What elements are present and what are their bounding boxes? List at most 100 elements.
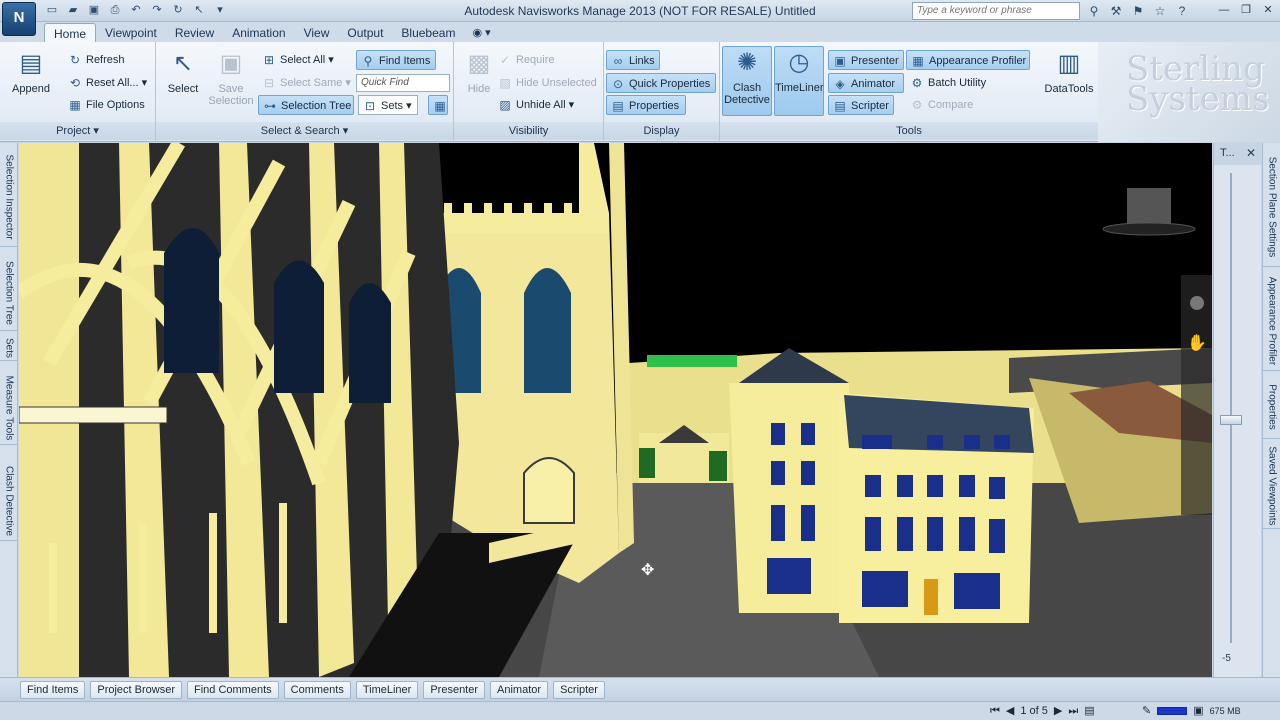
pencil-icon: ✎ [1142,705,1152,717]
qat-dropdown-icon[interactable]: ▾ [212,3,228,18]
reset-all-button[interactable]: ⟲ Reset All... ▾ [64,73,147,93]
save-icon[interactable]: ▣ [86,3,102,18]
help-search-input[interactable]: Type a keyword or phrase [912,2,1080,20]
display-panel-label: Display [604,122,719,140]
favorites-icon[interactable]: ☆ [1152,3,1168,19]
selection-tree-button[interactable]: ⊶ Selection Tree [258,95,354,115]
sets-dropdown[interactable]: ⊡ Sets ▾ [358,95,418,115]
select-button[interactable]: ↖ Select [158,48,208,95]
bottom-tab-presenter[interactable]: Presenter [423,681,486,699]
tab-animation[interactable]: Animation [223,23,294,42]
print-icon[interactable]: ⎙ [107,3,123,18]
application-menu-button[interactable]: N [2,2,36,36]
close-icon[interactable]: ✕ [1258,2,1278,18]
tab-viewpoint[interactable]: Viewpoint [96,23,166,42]
tree-icon: ⊶ [264,99,276,113]
sheet-browser-icon[interactable]: ▤ [1084,704,1094,718]
new-icon[interactable]: ▭ [44,3,60,18]
tab-clash-detective[interactable]: Clash Detective [0,461,18,541]
last-page-icon[interactable]: ⏭ [1068,704,1078,718]
append-icon: ▤ [19,50,43,77]
tab-appearance-profiler[interactable]: Appearance Profiler [1263,271,1280,371]
bottom-tab-animator[interactable]: Animator [490,681,549,699]
select-all-icon: ⊞ [263,53,275,67]
manage-sets-button[interactable]: ▦ [428,95,448,115]
batch-utility-button[interactable]: ⚙ Batch Utility [906,73,986,93]
animator-icon: ◈ [835,77,845,91]
tab-saved-viewpoints[interactable]: Saved Viewpoints [1263,443,1280,529]
communication-icon[interactable]: ⚑ [1130,3,1146,19]
select-same-icon: ⊟ [263,76,275,90]
links-button[interactable]: ∞ Links [606,50,660,70]
bottom-tab-timeliner[interactable]: TimeLiner [355,681,419,699]
undo-icon[interactable]: ↶ [128,3,144,18]
save-selection-button[interactable]: ▣ Save Selection [206,48,256,107]
tab-measure-tools[interactable]: Measure Tools [0,371,18,445]
tilt-panel: T... ✕ -5 [1213,143,1262,677]
subscription-icon[interactable]: ⚒ [1108,3,1124,19]
ribbon-options-icon[interactable]: ◉ ▾ [464,23,498,42]
properties-button[interactable]: ▤ Properties [606,95,686,115]
select-same-button[interactable]: ⊟ Select Same ▾ [258,73,351,93]
help-icon[interactable]: ? [1174,3,1190,19]
first-page-icon[interactable]: ⏮ [990,704,1000,718]
file-options-button[interactable]: ▦ File Options [64,95,144,115]
tilt-slider-thumb[interactable] [1220,415,1242,425]
refresh-button[interactable]: ↻ Refresh [64,50,125,70]
memory-readout: 675 MB [1209,705,1241,716]
restore-icon[interactable]: ❐ [1236,2,1256,18]
hide-icon: ▩ [467,50,491,77]
tab-review[interactable]: Review [166,23,223,42]
scripter-button[interactable]: ▤ Scripter [828,95,894,115]
tab-selection-inspector[interactable]: Selection Inspector [0,147,18,247]
project-panel-label[interactable]: Project ▾ [0,122,155,140]
bottom-tab-project-browser[interactable]: Project Browser [90,681,182,699]
require-button[interactable]: ✓ Require [494,50,555,70]
datatools-button[interactable]: ▥ DataTools [1042,48,1096,95]
append-button[interactable]: ▤ Append [6,48,56,95]
tab-bluebeam[interactable]: Bluebeam [392,23,464,42]
refresh-icon[interactable]: ↻ [170,3,186,18]
open-icon[interactable]: ▰ [65,3,81,18]
close-icon[interactable]: ✕ [1246,146,1256,160]
save-selection-icon: ▣ [219,50,243,77]
select-icon[interactable]: ↖ [191,3,207,18]
binoculars-icon[interactable]: ⚲ [1086,3,1102,19]
find-items-button[interactable]: ⚲ Find Items [356,50,436,70]
batch-icon: ⚙ [911,76,923,90]
unhide-icon: ▨ [499,98,511,112]
redo-icon[interactable]: ↷ [149,3,165,18]
tab-properties[interactable]: Properties [1263,375,1280,439]
compare-button[interactable]: ⚙ Compare [906,95,974,115]
bottom-tab-find-comments[interactable]: Find Comments [187,681,279,699]
hide-unselected-button[interactable]: ▧ Hide Unselected [494,73,596,93]
next-page-icon[interactable]: ▶ [1054,704,1062,718]
unhide-all-button[interactable]: ▨ Unhide All ▾ [494,95,574,115]
svg-text:✋: ✋ [1187,333,1207,352]
tab-selection-tree[interactable]: Selection Tree [0,255,18,331]
clash-detective-button[interactable]: ✺ Clash Detective [722,46,772,116]
tab-sets[interactable]: Sets [0,335,18,361]
bottom-tab-comments[interactable]: Comments [283,681,351,699]
quick-find-input[interactable]: Quick Find [356,74,450,92]
tilt-value: -5 [1222,653,1231,664]
status-bar: ⏮ ◀ 1 of 5 ▶ ⏭ ▤ ✎ ▣ 675 MB [0,701,1280,720]
prev-page-icon[interactable]: ◀ [1006,704,1014,718]
animator-button[interactable]: ◈ Animator [828,73,904,93]
cursor-icon: ↖ [172,50,194,77]
quick-properties-button[interactable]: ⊙ Quick Properties [606,73,716,93]
tab-view[interactable]: View [295,23,339,42]
tab-home[interactable]: Home [44,23,97,42]
select-all-button[interactable]: ⊞ Select All ▾ [258,50,334,70]
minimize-icon[interactable]: — [1214,2,1234,18]
presenter-button[interactable]: ▣ Presenter [828,50,904,70]
3d-viewport[interactable]: ✋ ✥ [19,143,1212,677]
tab-output[interactable]: Output [338,23,392,42]
timeliner-button[interactable]: ◷ TimeLiner [774,46,824,116]
bottom-tab-scripter[interactable]: Scripter [553,681,605,699]
database-icon: ▥ [1057,50,1081,77]
bottom-tab-find-items[interactable]: Find Items [20,681,86,699]
tab-section-plane-settings[interactable]: Section Plane Settings [1263,147,1280,267]
select-search-panel-label[interactable]: Select & Search ▾ [156,122,453,140]
appearance-profiler-button[interactable]: ▦ Appearance Profiler [906,50,1030,70]
